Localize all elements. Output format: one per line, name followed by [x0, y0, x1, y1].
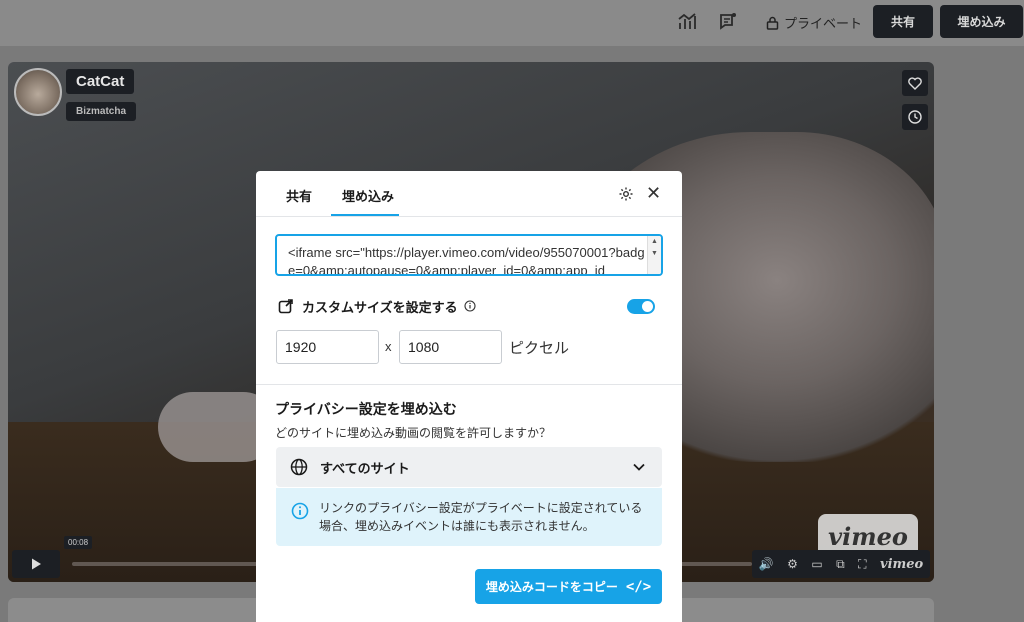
close-icon[interactable]: ✕ [646, 184, 661, 202]
resize-icon [278, 299, 293, 314]
divider [256, 384, 682, 385]
active-tab-indicator [331, 214, 399, 216]
chevron-down-icon [633, 463, 645, 471]
globe-icon [290, 458, 308, 476]
embed-button[interactable]: 埋め込み [940, 5, 1023, 38]
video-author[interactable]: Bizmatcha [66, 102, 137, 121]
dialog-tabs: 共有 埋め込み ✕ [256, 171, 682, 217]
player-controls-right: 🔊 ⚙ ▭ ⧉ ⛶ vimeo [752, 550, 930, 578]
code-icon: </> [625, 578, 652, 595]
privacy-select-value: すべてのサイト [320, 460, 410, 476]
volume-icon[interactable]: 🔊 [759, 557, 774, 571]
textarea-scrollbar[interactable]: ▲ ▼ [647, 236, 661, 274]
privacy-domain-select[interactable]: すべてのサイト [276, 447, 662, 487]
info-icon [291, 502, 309, 520]
tab-embed[interactable]: 埋め込み [342, 186, 394, 205]
custom-size-label: カスタムサイズを設定する [302, 299, 458, 315]
fullscreen-icon[interactable]: ⛶ [858, 557, 866, 572]
pixel-unit-label: ピクセル [509, 340, 570, 357]
vimeo-link[interactable]: vimeo [880, 557, 923, 572]
comment-icon[interactable] [718, 12, 738, 32]
info-icon[interactable] [464, 300, 476, 312]
like-button[interactable] [902, 70, 928, 96]
pip-icon[interactable]: ⧉ [836, 557, 845, 572]
privacy-button[interactable]: プライベート [766, 13, 862, 32]
video-title[interactable]: CatCat [66, 69, 135, 94]
heart-icon [908, 76, 922, 90]
embed-code-text[interactable]: <iframe src="https://player.vimeo.com/vi… [288, 244, 648, 274]
width-input[interactable] [276, 330, 379, 364]
avatar[interactable] [14, 68, 62, 116]
privacy-label: プライベート [784, 16, 863, 31]
share-button[interactable]: 共有 [873, 5, 933, 38]
bar-chart-icon[interactable] [677, 12, 697, 32]
play-icon [32, 558, 41, 570]
lock-icon [766, 16, 779, 30]
copy-embed-code-label: 埋め込みコードをコピー [485, 580, 618, 594]
cast-icon[interactable]: ▭ [811, 557, 822, 571]
settings-icon[interactable]: ⚙ [787, 557, 798, 571]
embed-code-textarea[interactable]: <iframe src="https://player.vimeo.com/vi… [275, 234, 663, 276]
watch-later-button[interactable] [902, 104, 928, 130]
privacy-notice: リンクのプライバシー設定がプライベートに設定されている場合、埋め込みイベントは誰… [276, 488, 662, 546]
play-button[interactable] [12, 550, 60, 578]
height-input[interactable] [399, 330, 502, 364]
custom-size-toggle[interactable] [627, 299, 655, 314]
time-tooltip: 00:08 [64, 536, 93, 549]
tab-share[interactable]: 共有 [286, 186, 312, 205]
dimension-separator: x [385, 339, 392, 354]
custom-size-row: カスタムサイズを設定する [278, 296, 658, 316]
privacy-notice-text: リンクのプライバシー設定がプライベートに設定されている場合、埋め込みイベントは誰… [319, 501, 643, 533]
copy-embed-code-button[interactable]: 埋め込みコードをコピー </> [475, 569, 662, 604]
clock-icon [908, 110, 922, 124]
top-bar: プライベート 共有 埋め込み [0, 0, 1024, 46]
privacy-section-title: プライバシー設定を埋め込む [275, 401, 457, 417]
gear-icon[interactable] [618, 186, 634, 202]
embed-dialog: 共有 埋め込み ✕ <iframe src="https://player.vi… [256, 171, 682, 622]
privacy-question: どのサイトに埋め込み動画の閲覧を許可しますか？ [275, 426, 552, 440]
